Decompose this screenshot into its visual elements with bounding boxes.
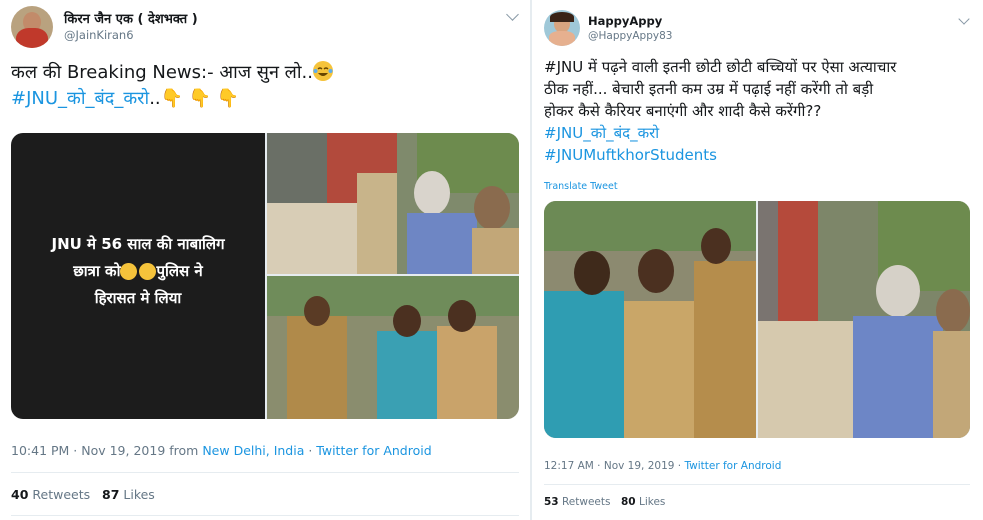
tweet-text-line: #JNU में पढ़ने वाली इतनी छोटी छोटी बच्चि… [544, 58, 897, 76]
hashtag-link[interactable]: #JNUMuftkhorStudents [544, 144, 896, 166]
tweet-card-2: HappyAppy @HappyAppy83 #JNU में पढ़ने वा… [532, 0, 983, 520]
photo-police-detaining-woman[interactable] [267, 133, 519, 274]
translate-tweet-link[interactable]: Translate Tweet [544, 181, 618, 192]
retweets-stat[interactable]: 40 Retweets [11, 487, 90, 502]
chevron-down-icon[interactable] [958, 13, 970, 25]
caption-line: हिरासत मे लिया [94, 289, 182, 307]
tweet-card-1: किरन जैन एक ( देशभक्त ) @JainKiran6 कल क… [0, 0, 530, 520]
source-link[interactable]: Twitter for Android [684, 460, 781, 472]
photo-police-detaining-woman[interactable] [758, 201, 970, 438]
photo-women-protesters[interactable] [267, 276, 519, 419]
tongue-emoji [139, 263, 157, 280]
user-handle[interactable]: @JainKiran6 [64, 28, 134, 42]
hashtag-link[interactable]: #JNU_को_बंद_करो [11, 88, 149, 109]
pointing-down-emoji: 👇 👇 👇 [160, 88, 240, 109]
hashtag-link[interactable]: #JNU_को_बंद_करो [544, 122, 896, 144]
user-handle[interactable]: @HappyAppy83 [588, 30, 672, 42]
tweet-meta: 12:17 AM · Nov 19, 2019 · Twitter for An… [544, 460, 781, 472]
divider [11, 472, 519, 473]
likes-stat[interactable]: 87 Likes [102, 487, 155, 502]
timestamp[interactable]: 12:17 AM · Nov 19, 2019 · [544, 460, 684, 472]
photo-women-protesters[interactable] [544, 201, 756, 438]
tweet-text-hashtag-line: #JNU_को_बंद_करो..👇 👇 👇 [11, 86, 239, 110]
media-grid[interactable]: JNU मे 56 साल की नाबालिग छात्रा को पुलिस … [11, 133, 519, 419]
caption-line: JNU मे 56 साल की नाबालिग [51, 235, 225, 253]
display-name[interactable]: किरन जैन एक ( देशभक्त ) [64, 9, 198, 27]
avatar[interactable] [544, 10, 580, 46]
retweets-stat[interactable]: 53 Retweets [544, 496, 610, 508]
timestamp[interactable]: 10:41 PM · Nov 19, 2019 from [11, 443, 198, 458]
avatar[interactable] [11, 6, 53, 48]
tweet-text-line: होकर कैसे कैरियर बनाएंगी और शादी कैसे कर… [544, 102, 822, 120]
source-link[interactable]: Twitter for Android [316, 443, 431, 458]
tweet-text-line: ठीक नहीं... बेचारी इतनी कम उम्र में पढ़ा… [544, 80, 874, 98]
text-suffix: .. [149, 88, 161, 109]
chevron-down-icon[interactable] [506, 8, 519, 21]
tweet-text: #JNU में पढ़ने वाली इतनी छोटी छोटी बच्चि… [544, 56, 896, 166]
display-name[interactable]: HappyAppy [588, 14, 662, 28]
tweet-text: कल की Breaking News:- आज सुन लो.. [11, 60, 333, 84]
caption-line: छात्रा को पुलिस ने [73, 262, 203, 280]
image-caption: JNU मे 56 साल की नाबालिग छात्रा को पुलिस … [11, 231, 265, 312]
divider [544, 484, 970, 485]
tweet-meta: 10:41 PM · Nov 19, 2019 from New Delhi, … [11, 443, 432, 458]
tongue-emoji [120, 263, 138, 280]
tweet-text-line: कल की Breaking News:- आज सुन लो.. [11, 62, 313, 83]
media-grid[interactable] [544, 201, 970, 438]
caption-image[interactable]: JNU मे 56 साल की नाबालिग छात्रा को पुलिस … [11, 133, 265, 419]
tears-of-joy-emoji [312, 61, 333, 81]
location-link[interactable]: New Delhi, India [202, 443, 304, 458]
divider [11, 515, 519, 516]
likes-stat[interactable]: 80 Likes [621, 496, 665, 508]
